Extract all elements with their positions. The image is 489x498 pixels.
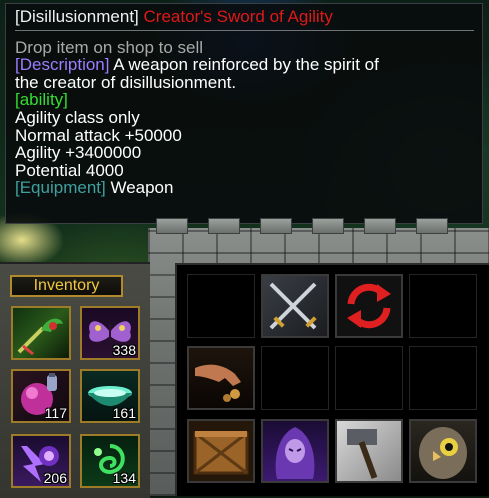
tooltip-stat: Agility class only	[15, 107, 140, 127]
inventory-slot-count: 134	[112, 470, 136, 486]
wooden-crate-icon	[193, 431, 249, 475]
command-slot-crate[interactable]	[187, 419, 255, 483]
command-slot-empty[interactable]	[261, 346, 329, 410]
command-slot-empty[interactable]	[187, 274, 255, 338]
command-slot-attack[interactable]	[261, 274, 329, 338]
inventory-slot-6[interactable]: 134	[80, 434, 140, 488]
inventory-slot-count: 117	[44, 405, 67, 421]
inventory-slot-4[interactable]: 161	[80, 369, 140, 423]
inventory-slot-count: 206	[43, 470, 67, 486]
command-slot-swap[interactable]	[335, 274, 403, 338]
tooltip-title: [Disillusionment] Creator's Sword of Agi…	[15, 8, 474, 26]
tooltip-title-category: [Disillusionment]	[15, 7, 139, 26]
tooltip-description: [Description] A weapon reinforced by the…	[15, 56, 474, 74]
command-slot-empty[interactable]	[335, 346, 403, 410]
purple-hooded-figure-icon	[275, 427, 315, 479]
command-slot-empty[interactable]	[409, 274, 477, 338]
tooltip-equipment-value: Weapon	[105, 178, 174, 198]
command-slot-hammer[interactable]	[335, 419, 403, 483]
inventory-slot-1[interactable]	[11, 306, 71, 360]
stone-battlement	[416, 218, 448, 234]
tooltip-sell-hint: Drop item on shop to sell	[15, 37, 204, 57]
inventory-slot-3[interactable]: 117	[11, 369, 71, 423]
stone-battlement	[208, 218, 240, 234]
crossed-swords-icon	[269, 282, 317, 330]
stone-battlement	[312, 218, 344, 234]
command-slot-hero[interactable]	[261, 419, 329, 483]
tooltip-equipment-label: [Equipment]	[15, 178, 106, 198]
tooltip-divider	[15, 29, 474, 31]
stone-battlement	[364, 218, 396, 234]
tooltip-stat: Potential 4000	[15, 160, 124, 180]
command-slot-owl[interactable]	[409, 419, 477, 483]
tooltip-stat: Agility +3400000	[15, 143, 142, 163]
command-slot-pickup[interactable]	[187, 346, 255, 410]
owl-icon	[419, 427, 467, 479]
tooltip-equipment: [Equipment] Weapon	[15, 179, 474, 197]
red-cycle-arrows-icon	[347, 283, 391, 329]
tooltip-ability-label: [ability]	[15, 90, 68, 110]
tooltip-description-line2: the creator of disillusionment.	[15, 72, 237, 92]
tooltip-description-label: [Description]	[15, 55, 110, 75]
command-card	[175, 263, 489, 496]
war-hammer-icon	[347, 429, 378, 479]
stone-battlement	[260, 218, 292, 234]
command-slot-empty[interactable]	[409, 346, 477, 410]
grabbing-hand-icon	[195, 364, 241, 402]
inventory-title: Inventory	[10, 275, 123, 297]
tooltip-title-item-name: Creator's Sword of Agility	[143, 7, 333, 26]
item-tooltip: [Disillusionment] Creator's Sword of Agi…	[5, 3, 483, 224]
tooltip-stat: Normal attack +50000	[15, 125, 182, 145]
green-dragon-scepter-icon	[17, 318, 63, 356]
inventory-slot-5[interactable]: 206	[11, 434, 71, 488]
inventory-slot-count: 161	[112, 405, 136, 421]
inventory-slot-count: 338	[112, 342, 136, 358]
inventory-slot-2[interactable]: 338	[80, 306, 140, 360]
tooltip-description-line1: A weapon reinforced by the spirit of	[109, 55, 379, 75]
stone-battlement	[156, 218, 188, 234]
